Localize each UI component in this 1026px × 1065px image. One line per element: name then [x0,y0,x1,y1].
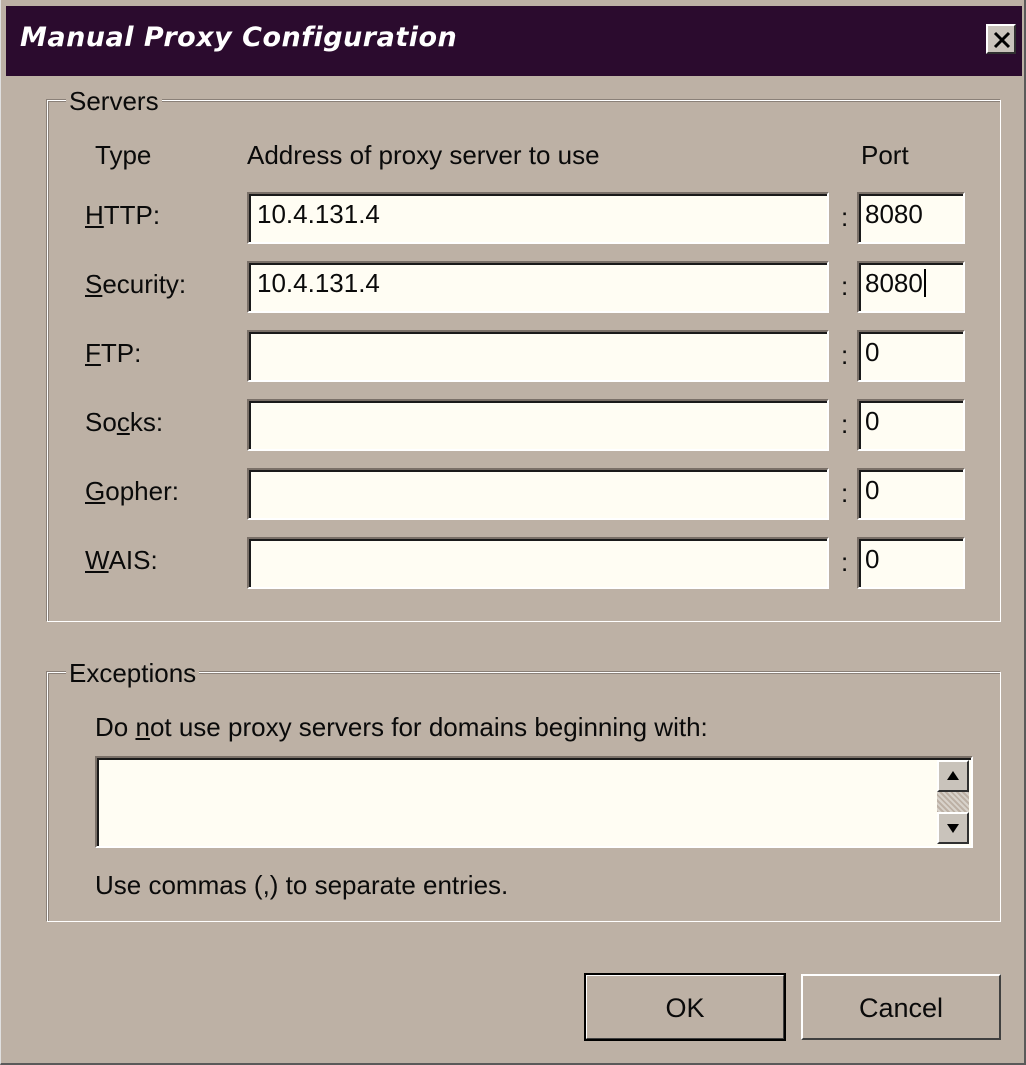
exceptions-hint: Use commas (,) to separate entries. [95,870,509,900]
server-row-label: HTTP: [85,200,160,230]
server-row-label: Security: [85,269,186,299]
server-row-label-accel: H [85,200,104,230]
server-row-label-accel: F [85,338,101,368]
scroll-down-button[interactable] [937,812,969,844]
servers-group-label: Servers [66,86,162,116]
server-row-label-accel: W [85,545,109,575]
server-row-label: WAIS: [85,545,158,575]
server-port-value: 0 [865,475,880,505]
close-button[interactable] [986,24,1016,54]
column-header-port: Port [861,140,909,170]
server-row-label-post: AIS: [108,545,158,575]
server-address-input[interactable] [247,537,829,589]
server-port-input[interactable]: 0 [857,399,965,451]
window-title: Manual Proxy Configuration [20,22,458,53]
server-port-value: 0 [865,544,880,574]
port-separator: : [841,478,849,508]
server-port-value: 8080 [865,199,923,229]
column-header-type: Type [95,140,152,170]
exceptions-group-label: Exceptions [66,658,200,688]
server-row-label-pre: So [85,407,117,437]
port-separator: : [841,202,849,232]
server-row-label-post: TTP: [103,200,161,230]
exceptions-description-accel: n [135,712,150,742]
server-port-value: 8080 [865,268,923,298]
server-row-label-accel: G [85,476,106,506]
exceptions-description: Do not use proxy servers for domains beg… [95,712,708,742]
server-port-input[interactable]: 8080 [857,261,965,313]
exceptions-scrollbar[interactable] [937,760,969,844]
server-port-input[interactable]: 0 [857,330,965,382]
server-row-label-post: opher: [105,476,179,506]
server-row-label: Gopher: [85,476,179,506]
cancel-button[interactable]: Cancel [801,974,1001,1040]
scroll-up-arrow-icon [947,771,959,780]
ok-button[interactable]: OK [584,973,786,1041]
server-row-label-post: TP: [100,338,142,368]
port-separator: : [841,340,849,370]
column-header-address: Address of proxy server to use [247,140,600,170]
proxy-dialog: Manual Proxy Configuration Servers Type … [0,0,1026,1065]
scroll-up-button[interactable] [937,760,969,792]
port-separator: : [841,271,849,301]
port-separator: : [841,409,849,439]
server-port-input[interactable]: 0 [857,537,965,589]
server-address-input[interactable] [247,330,829,382]
port-separator: : [841,547,849,577]
server-row-label-post: ks: [129,407,164,437]
close-icon [993,31,1011,49]
server-row-label-accel: S [85,269,103,299]
server-address-input[interactable] [247,468,829,520]
server-port-input[interactable]: 8080 [857,192,965,244]
exceptions-textarea[interactable] [95,756,973,848]
server-port-input[interactable]: 0 [857,468,965,520]
server-port-value: 0 [865,337,880,367]
server-address-input[interactable] [247,399,829,451]
exceptions-description-pre: Do [95,712,136,742]
server-address-input[interactable]: 10.4.131.4 [247,192,829,244]
server-row-label-accel: c [116,407,130,437]
server-row-label: Socks: [85,407,163,437]
server-row-label-post: ecurity: [102,269,187,299]
text-caret [923,269,926,297]
scroll-down-arrow-icon [947,824,959,833]
server-address-input[interactable]: 10.4.131.4 [247,261,829,313]
server-port-value: 0 [865,406,880,436]
title-bar[interactable]: Manual Proxy Configuration [6,6,1022,76]
exceptions-description-post: ot use proxy servers for domains beginni… [149,712,708,742]
server-row-label: FTP: [85,338,141,368]
